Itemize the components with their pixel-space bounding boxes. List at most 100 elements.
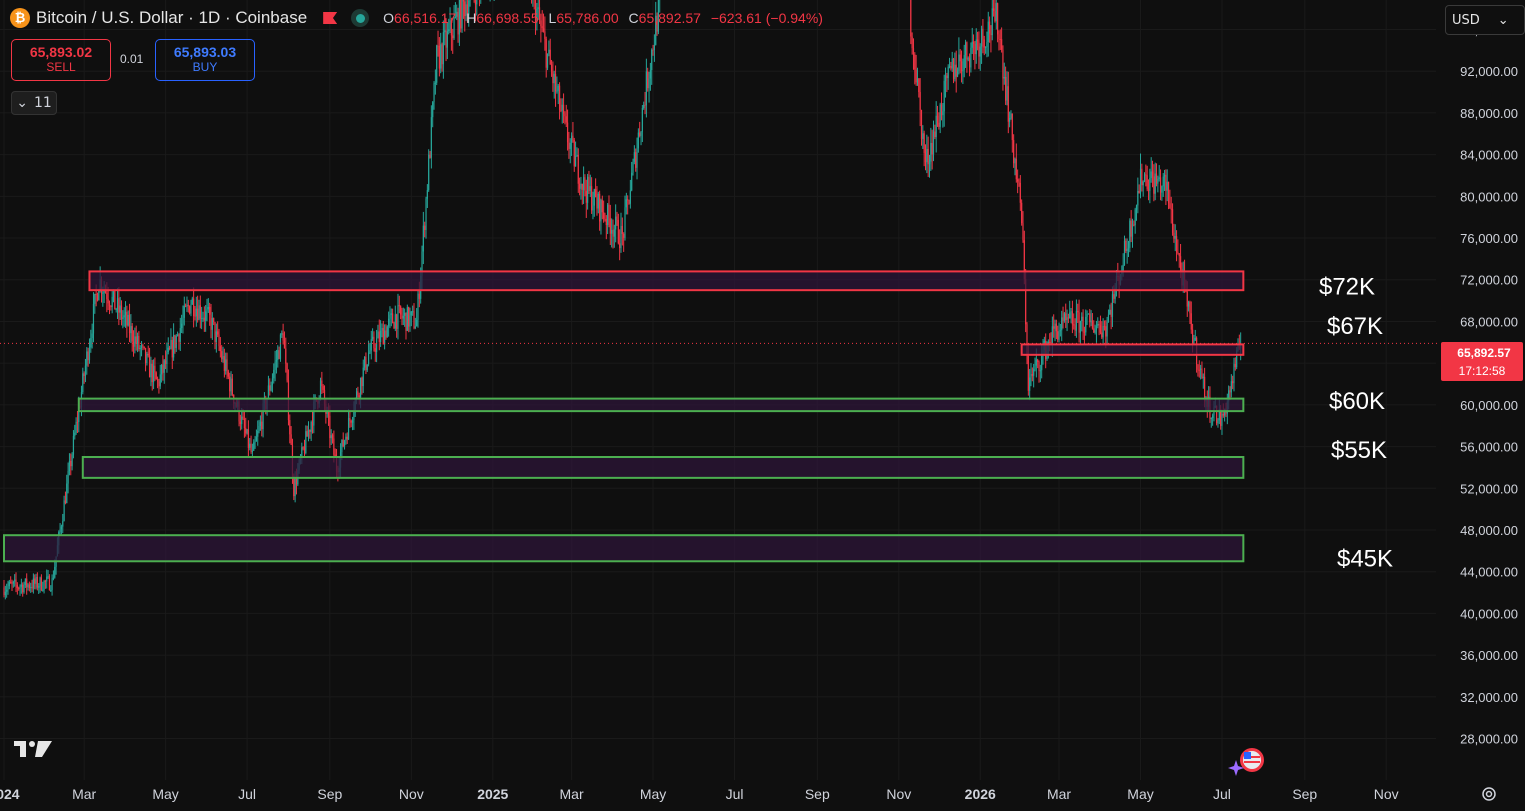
economic-events-icon[interactable] (1228, 746, 1268, 776)
candle-body (1029, 377, 1031, 391)
candle-body (422, 225, 424, 252)
x-tick-label: Jul (726, 786, 744, 802)
candle-body (18, 587, 20, 589)
candle-body (1037, 359, 1039, 362)
candle-body (911, 36, 913, 49)
candle-body (1130, 220, 1132, 237)
candle-body (1009, 118, 1011, 122)
candle-body (358, 395, 360, 398)
candle-body (997, 3, 999, 35)
gear-icon[interactable] (1480, 785, 1498, 803)
sell-button[interactable]: 65,893.02 SELL (11, 39, 111, 81)
candle-body (1061, 317, 1063, 331)
candle-body (1157, 178, 1159, 184)
candle-body (198, 305, 200, 320)
candle-body (321, 380, 323, 387)
candle-body (1106, 321, 1108, 337)
candle-body (926, 148, 928, 163)
candle-body (386, 326, 388, 338)
candle-body (258, 426, 260, 431)
candle-body (591, 186, 593, 211)
x-tick-label: Sep (317, 786, 342, 802)
candle-body (175, 335, 177, 348)
candle-body (289, 420, 291, 435)
candle-body (1134, 209, 1136, 226)
candle-body (384, 330, 386, 345)
tradingview-logo-icon[interactable] (14, 739, 54, 759)
candle-body (923, 133, 925, 154)
candle-body (605, 219, 607, 226)
candle-body (357, 391, 359, 396)
candle-body (1212, 415, 1214, 419)
candle-body (44, 580, 47, 582)
candle-body (120, 305, 123, 320)
candle-body (195, 308, 197, 317)
candle-body (607, 204, 609, 226)
candle-body (651, 49, 653, 71)
candle-body (1143, 174, 1146, 182)
candle-body (1083, 331, 1086, 333)
flag-icon[interactable] (323, 12, 338, 24)
candle-body (587, 176, 589, 203)
candle-body (410, 311, 412, 316)
candle-body (445, 30, 447, 48)
candle-body (209, 306, 211, 315)
candle-body (114, 290, 116, 310)
candle-body (138, 335, 140, 350)
candle-body (182, 317, 184, 324)
candle-body (166, 352, 168, 364)
candle-body (1230, 381, 1232, 393)
candle-body (636, 148, 638, 168)
candle-body (303, 448, 306, 454)
market-status-icon[interactable] (351, 9, 370, 27)
candle-body (342, 439, 344, 447)
candle-body (1007, 86, 1009, 122)
candle-body (92, 303, 95, 334)
candle-body (1034, 365, 1036, 370)
candle-body (564, 113, 566, 117)
symbol-title[interactable]: Bitcoin / U.S. Dollar · 1D · Coinbase (36, 8, 307, 28)
y-tick-label: 80,000.00 (1460, 189, 1518, 204)
countdown-label: 17:12:58 (1459, 364, 1506, 378)
candle-body (647, 71, 649, 89)
candle-body (972, 41, 975, 44)
candle-body (629, 190, 631, 204)
candle-body (1019, 182, 1021, 203)
candle-body (613, 229, 615, 237)
y-axis: 96,000.0092,000.0088,000.0084,000.0080,0… (1460, 23, 1518, 747)
candle-body (931, 142, 933, 155)
candle-body (1145, 174, 1147, 176)
candle-body (116, 298, 119, 310)
price-chart[interactable]: $72K$67K$60K$55K$45K 96,000.0092,000.008… (0, 0, 1525, 811)
candle-body (984, 46, 987, 48)
candle-body (72, 435, 75, 455)
candle-body (275, 359, 278, 362)
candle-body (110, 306, 112, 308)
x-tick-label: Sep (1292, 786, 1317, 802)
candle-body (231, 378, 233, 395)
candle-body (282, 333, 284, 341)
candle-body (1074, 325, 1076, 331)
candle-body (86, 351, 88, 366)
grid (0, 0, 1436, 780)
candle-body (1105, 326, 1107, 337)
buy-button[interactable]: 65,893.03 BUY (155, 39, 255, 81)
candle-body (126, 311, 128, 326)
currency-select[interactable]: USD ⌄ (1445, 5, 1525, 35)
candle-body (441, 44, 443, 65)
candle-body (446, 31, 448, 48)
collapse-indicators-button[interactable]: ⌄ 11 (11, 91, 57, 115)
candle-body (59, 529, 61, 533)
candle-body (562, 104, 565, 114)
candle-body (197, 308, 199, 320)
candle-body (993, 8, 995, 12)
candle-body (976, 39, 979, 42)
candle-body (1003, 76, 1005, 79)
candle-body (1133, 224, 1135, 226)
bitcoin-icon: ₿ (10, 8, 30, 28)
buy-price: 65,893.03 (173, 44, 237, 60)
candle-body (294, 477, 296, 497)
x-tick-label: May (640, 786, 666, 802)
candle-body (118, 298, 120, 313)
candle-body (1082, 316, 1084, 332)
